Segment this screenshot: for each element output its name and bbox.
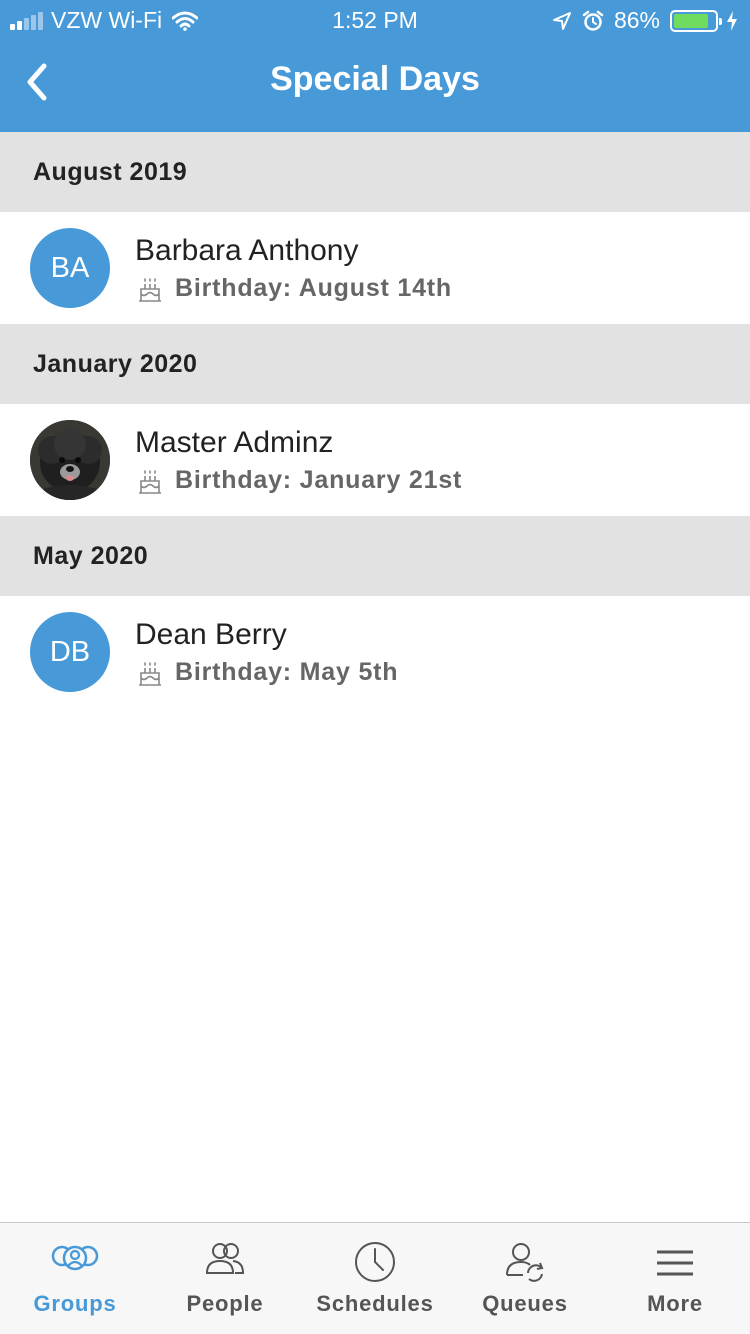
tab-label: People	[186, 1291, 264, 1316]
avatar-initials: DB	[49, 635, 91, 668]
status-bar: VZW Wi-Fi 1:52 PM 86%	[0, 0, 750, 40]
tab-label: Queues	[482, 1291, 568, 1316]
battery-level	[674, 13, 709, 28]
page-title: Special Days	[270, 60, 480, 98]
charging-bolt-icon	[727, 10, 737, 31]
people-icon	[205, 1243, 245, 1274]
section-header-may-2020: May 2020	[0, 516, 750, 596]
menu-icon	[657, 1250, 693, 1276]
birthday-text: Birthday: August 14th	[175, 274, 452, 302]
tab-more[interactable]: More	[600, 1223, 750, 1334]
tab-bar: Groups People Schedules Queues More	[0, 1222, 750, 1334]
section-header-label: May 2020	[33, 541, 149, 570]
person-name: Dean Berry	[135, 618, 287, 651]
header: VZW Wi-Fi 1:52 PM 86% Special Days	[0, 0, 750, 132]
groups-icon	[51, 1245, 99, 1271]
tab-groups[interactable]: Groups	[0, 1223, 150, 1334]
person-name: Master Adminz	[135, 426, 334, 459]
tab-label: Schedules	[316, 1291, 434, 1316]
avatar-initials: BA	[50, 251, 90, 284]
tab-queues[interactable]: Queues	[450, 1223, 600, 1334]
section-header-january-2020: January 2020	[0, 324, 750, 404]
tab-label: More	[647, 1291, 703, 1316]
avatar: DB	[30, 612, 110, 692]
queue-icon	[506, 1243, 544, 1282]
list-item-master-adminz[interactable]: Master Adminz Birthday: January 21st	[0, 404, 750, 516]
navigation-bar: Special Days	[0, 40, 750, 132]
clock-icon	[355, 1242, 395, 1282]
cake-icon	[139, 661, 161, 686]
birthday-text: Birthday: May 5th	[175, 658, 399, 686]
birthday-detail: Birthday: May 5th	[136, 658, 398, 687]
status-right: 86%	[542, 7, 738, 34]
battery-icon	[670, 9, 722, 32]
alarm-icon	[582, 10, 604, 31]
avatar: BA	[30, 228, 110, 308]
section-header-august-2019: August 2019	[0, 132, 750, 212]
birthday-detail: Birthday: August 14th	[136, 274, 452, 303]
section-header-label: August 2019	[33, 157, 188, 186]
cake-icon	[139, 469, 161, 494]
person-name: Barbara Anthony	[135, 234, 359, 267]
tab-label: Groups	[33, 1291, 117, 1316]
list-item-dean-berry[interactable]: DB Dean Berry Birthday: May 5th	[0, 596, 750, 708]
dog-photo-icon	[30, 420, 110, 500]
section-header-label: January 2020	[33, 349, 198, 378]
special-days-list: August 2019 BA Barbara Anthony Birthday:…	[0, 132, 750, 708]
battery-percent: 86%	[613, 7, 660, 33]
tab-schedules[interactable]: Schedules	[300, 1223, 450, 1334]
birthday-text: Birthday: January 21st	[175, 466, 463, 494]
list-item-barbara-anthony[interactable]: BA Barbara Anthony Birthday: August 14th	[0, 212, 750, 324]
birthday-detail: Birthday: January 21st	[136, 466, 462, 495]
location-arrow-icon	[552, 11, 571, 30]
cake-icon	[139, 277, 161, 302]
tab-people[interactable]: People	[150, 1223, 300, 1334]
avatar-photo	[30, 420, 110, 500]
